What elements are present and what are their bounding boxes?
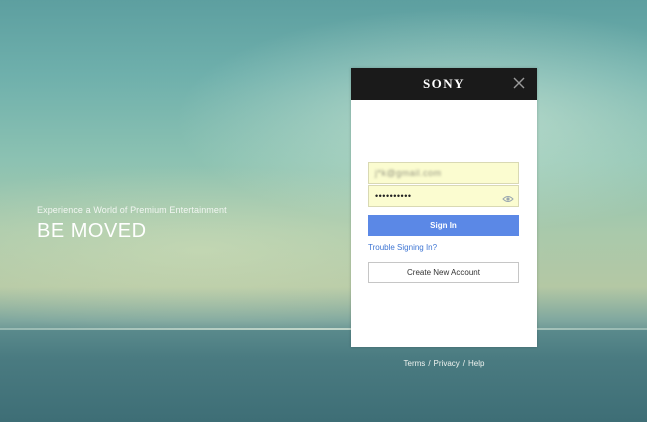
privacy-link[interactable]: Privacy [434,359,460,368]
username-field[interactable]: j*k@gmail.com [368,162,519,184]
create-account-button[interactable]: Create New Account [368,262,519,283]
terms-link[interactable]: Terms [404,359,426,368]
footer-separator: / [428,359,431,368]
close-icon[interactable] [512,76,526,90]
sign-in-button[interactable]: Sign In [368,215,519,236]
password-field[interactable]: •••••••••• [368,185,519,207]
hero-headline: BE MOVED [37,220,147,242]
background-sea [0,330,647,422]
footer-links: Terms / Privacy / Help [351,359,537,368]
show-password-eye-icon[interactable] [502,191,514,202]
sony-logo: SONY [422,76,466,91]
login-header: SONY [351,68,537,100]
trouble-signing-in-link[interactable]: Trouble Signing In? [368,243,437,252]
help-link[interactable]: Help [468,359,484,368]
footer-separator: / [462,359,466,368]
password-value: •••••••••• [375,191,412,201]
login-panel: SONY j*k@gmail.com •••••••••• Sign In Tr… [351,68,537,347]
hero-tagline: Experience a World of Premium Entertainm… [37,205,227,215]
username-value: j*k@gmail.com [375,168,442,178]
